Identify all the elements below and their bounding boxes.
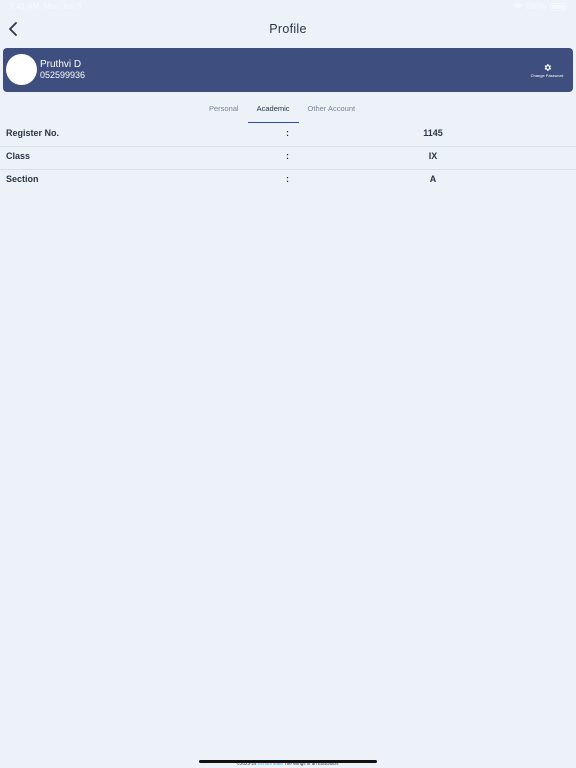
field-value-class: IX xyxy=(428,151,438,161)
profile-id: 052599936 xyxy=(40,70,86,80)
tab-academic[interactable]: Academic xyxy=(247,100,299,123)
table-row: Section : A xyxy=(0,170,576,192)
field-value-section: A xyxy=(429,174,437,184)
status-bar: 9:41 AM Mon Jun 3 100% xyxy=(0,0,576,14)
academic-info-table: Register No. : 1145 Class : IX Section :… xyxy=(0,124,576,192)
field-value-register-no: 1145 xyxy=(423,128,443,138)
field-separator: : xyxy=(286,174,289,184)
tab-other-account[interactable]: Other Account xyxy=(299,100,365,122)
page-title: Profile xyxy=(269,22,307,36)
wifi-icon xyxy=(513,2,522,11)
field-label-class: Class xyxy=(6,151,31,161)
field-separator: : xyxy=(286,151,289,161)
field-label-register-no: Register No. xyxy=(6,128,60,138)
battery-icon xyxy=(550,2,566,11)
avatar[interactable] xyxy=(6,54,37,85)
battery-percent: 100% xyxy=(525,2,546,11)
tab-personal[interactable]: Personal xyxy=(200,100,248,122)
profile-tabs: Personal Academic Other Account xyxy=(200,100,365,123)
change-password-label: Change Password xyxy=(530,73,564,78)
change-password-button[interactable]: Change Password xyxy=(525,63,569,78)
gear-icon xyxy=(544,64,551,71)
table-row: Register No. : 1145 xyxy=(0,124,576,147)
field-separator: : xyxy=(286,128,289,138)
profile-name: Pruthvi D xyxy=(40,59,82,70)
profile-card: Pruthvi D 052599936 Change Password xyxy=(3,48,573,92)
status-time: 9:41 AM Mon Jun 3 xyxy=(10,2,82,11)
nav-bar: Profile xyxy=(0,14,576,46)
home-indicator[interactable] xyxy=(199,760,377,763)
field-label-section: Section xyxy=(6,174,39,184)
status-indicators: 100% xyxy=(513,2,566,11)
table-row: Class : IX xyxy=(0,147,576,170)
